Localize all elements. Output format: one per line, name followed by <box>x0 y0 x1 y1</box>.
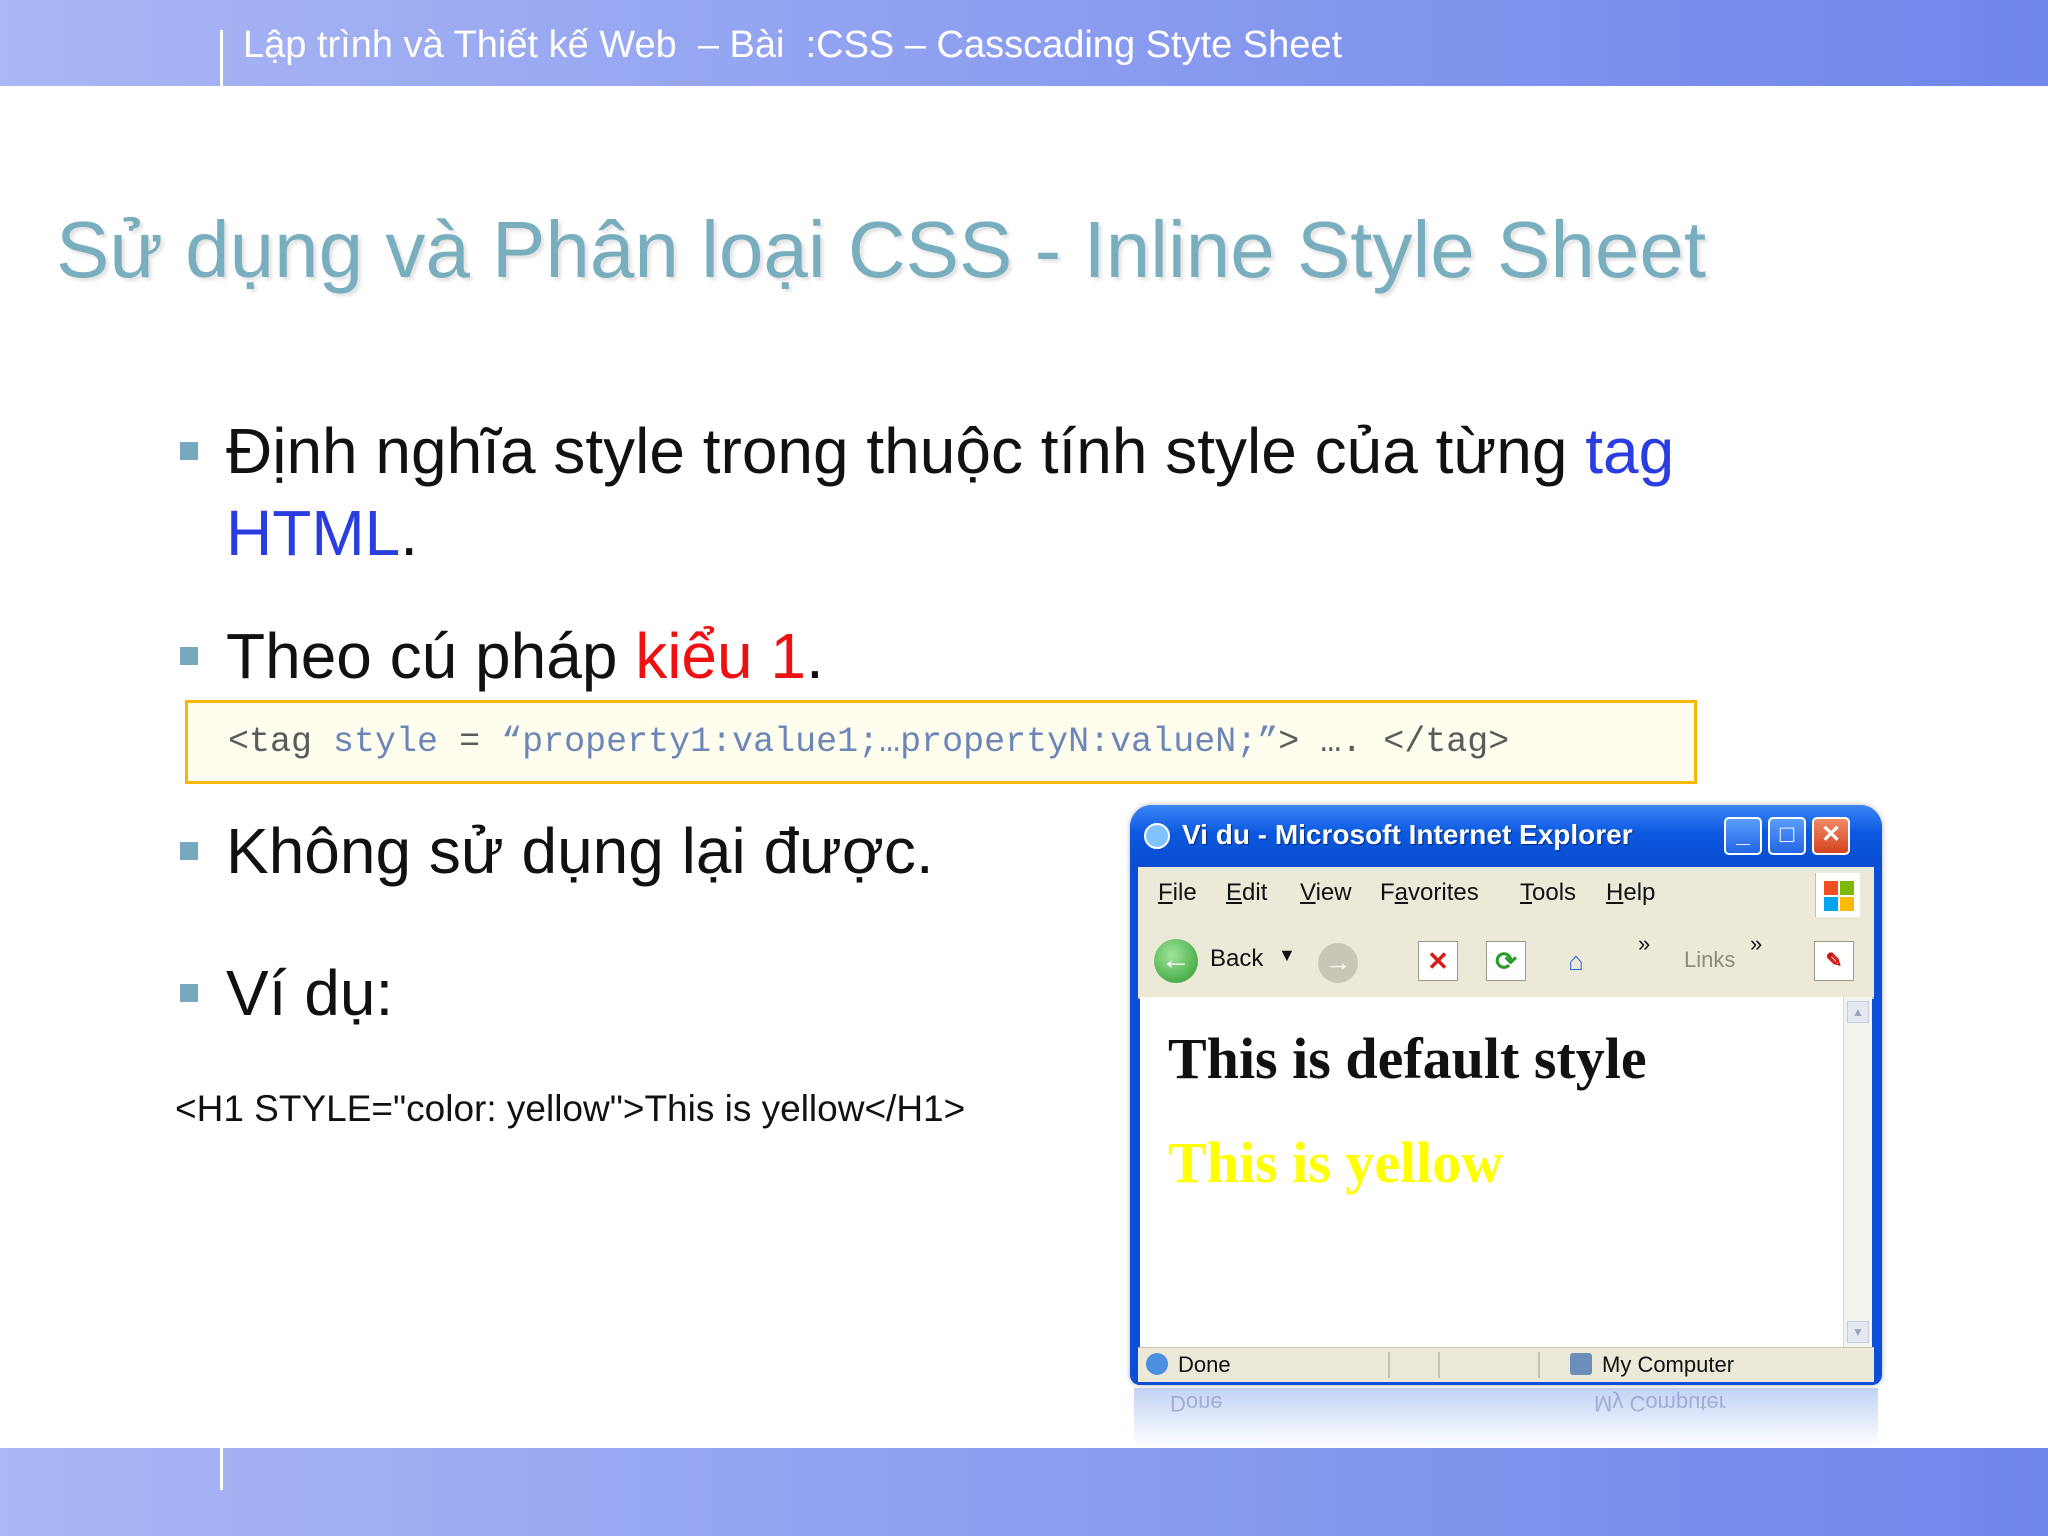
refresh-icon[interactable]: ⟳ <box>1486 941 1526 981</box>
forward-icon[interactable]: → <box>1318 943 1358 983</box>
computer-icon <box>1570 1353 1592 1375</box>
browser-toolbar: ← Back ▼ → ✕ ⟳ ⌂ » Links » ✎ <box>1138 923 1874 999</box>
close-button[interactable]: ✕ <box>1812 817 1850 855</box>
example-code: <H1 STYLE="color: yellow">This is yellow… <box>175 1088 966 1129</box>
default-style-heading: This is default style <box>1168 1026 1647 1091</box>
menu-edit[interactable]: Edit <box>1226 879 1267 907</box>
bullet-mark <box>180 984 198 1002</box>
bullet-mark <box>180 442 198 460</box>
status-divider <box>1438 1352 1440 1378</box>
minimize-button[interactable]: _ <box>1724 817 1762 855</box>
bullet-text-continued: HTML. <box>226 497 418 569</box>
footer-divider <box>220 1448 223 1490</box>
stop-icon[interactable]: ✕ <box>1418 941 1458 981</box>
scroll-up-icon[interactable]: ▲ <box>1847 1001 1869 1023</box>
pdf-icon[interactable]: ✎ <box>1814 941 1854 981</box>
menu-view[interactable]: View <box>1300 879 1352 907</box>
links-more-icon[interactable]: » <box>1750 931 1762 957</box>
reflection-done: Done <box>1170 1391 1223 1416</box>
bullet-mark <box>180 842 198 860</box>
yellow-heading: This is yellow <box>1168 1130 1504 1195</box>
browser-content: This is default style This is yellow ▲ ▼ <box>1140 997 1872 1347</box>
syntax-code-box: <tag style = “property1:value1;…property… <box>185 700 1697 784</box>
bullet-mark <box>180 647 198 665</box>
status-divider <box>1388 1352 1390 1378</box>
header-bar: Lập trình và Thiết kế Web – Bài :CSS – C… <box>0 0 2048 86</box>
links-label[interactable]: Links <box>1684 947 1735 973</box>
reflection-zone: My Computer <box>1594 1391 1727 1416</box>
bullet-text: Không sử dụng lại được. <box>226 815 934 887</box>
back-dropdown-icon[interactable]: ▼ <box>1278 945 1296 966</box>
status-done: Done <box>1178 1352 1231 1377</box>
bullet-text: Định nghĩa style trong thuộc tính style … <box>226 415 1675 487</box>
footer-bar <box>0 1448 2048 1536</box>
back-icon[interactable]: ← <box>1154 939 1198 983</box>
menu-help[interactable]: Help <box>1606 879 1655 907</box>
status-zone: My Computer <box>1602 1352 1735 1377</box>
toolbar-more-icon[interactable]: » <box>1638 931 1650 957</box>
bullet-text: Theo cú pháp kiểu 1. <box>226 620 824 692</box>
slide-title: Sử dụng và Phân loại CSS - Inline Style … <box>56 205 1707 294</box>
back-button-label[interactable]: Back <box>1210 945 1263 973</box>
vertical-scrollbar[interactable]: ▲ ▼ <box>1843 997 1872 1347</box>
header-divider <box>220 30 223 86</box>
browser-title: Vi du - Microsoft Internet Explorer <box>1182 819 1633 850</box>
ie-icon <box>1144 823 1170 849</box>
maximize-button[interactable]: □ <box>1768 817 1806 855</box>
header-text: Lập trình và Thiết kế Web – Bài :CSS – C… <box>243 24 1343 66</box>
scroll-down-icon[interactable]: ▼ <box>1847 1321 1869 1343</box>
menu-favorites[interactable]: Favorites <box>1380 879 1479 907</box>
browser-titlebar[interactable]: Vi du - Microsoft Internet Explorer _ □ … <box>1130 805 1882 867</box>
page-icon <box>1146 1353 1168 1375</box>
browser-window: Vi du - Microsoft Internet Explorer _ □ … <box>1130 805 1882 1385</box>
bullet-text: Ví dụ: <box>226 957 394 1029</box>
browser-menubar: File Edit View Favorites Tools Help <box>1138 867 1874 924</box>
menu-file[interactable]: File <box>1158 879 1197 907</box>
browser-reflection: Done My Computer <box>1134 1388 1878 1448</box>
status-divider <box>1538 1352 1540 1378</box>
browser-statusbar: Done My Computer <box>1138 1347 1874 1382</box>
menu-tools[interactable]: Tools <box>1520 879 1576 907</box>
windows-logo-icon <box>1815 873 1860 917</box>
home-icon[interactable]: ⌂ <box>1556 941 1596 981</box>
